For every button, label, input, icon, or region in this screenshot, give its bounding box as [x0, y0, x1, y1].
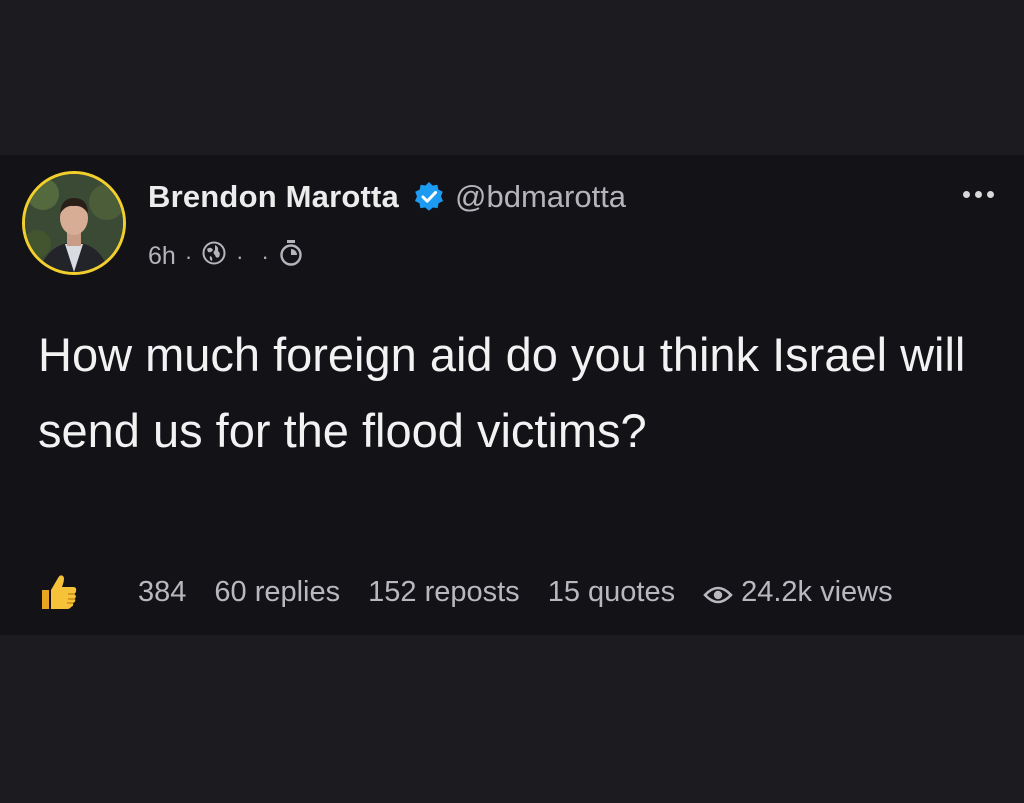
post-stats: 384 60 replies 152 reposts 15 quotes 24.… [38, 570, 893, 614]
post-header: Brendon Marotta @bdmarotta [148, 179, 626, 215]
reposts-count[interactable]: 152 reposts [368, 576, 520, 609]
screenshot-page: Brendon Marotta @bdmarotta 6h · · · How … [0, 0, 1024, 803]
thumbs-up-icon[interactable] [38, 571, 80, 613]
author-name[interactable]: Brendon Marotta [148, 179, 399, 215]
timer-icon [278, 239, 304, 274]
post-time[interactable]: 6h [148, 242, 176, 271]
eye-icon [703, 581, 733, 604]
post-meta: 6h · · · [148, 239, 304, 274]
more-options-icon[interactable] [963, 191, 994, 198]
more-dot [975, 191, 982, 198]
post-card: Brendon Marotta @bdmarotta 6h · · · How … [0, 155, 1024, 635]
more-dot [963, 191, 970, 198]
views-count: 24.2k views [741, 575, 893, 608]
meta-separator: · [261, 243, 269, 269]
more-dot [987, 191, 994, 198]
views-stat[interactable]: 24.2k views [703, 576, 893, 609]
replies-count[interactable]: 60 replies [214, 576, 340, 609]
meta-separator: · [184, 243, 193, 269]
author-handle[interactable]: @bdmarotta [455, 179, 626, 215]
likes-count[interactable]: 384 [138, 576, 186, 609]
avatar[interactable] [22, 171, 126, 275]
verified-badge-icon [413, 181, 445, 213]
quotes-count[interactable]: 15 quotes [548, 576, 675, 609]
meta-separator: · [236, 243, 244, 269]
globe-icon [201, 240, 227, 273]
post-text: How much foreign aid do you think Israel… [38, 328, 966, 457]
